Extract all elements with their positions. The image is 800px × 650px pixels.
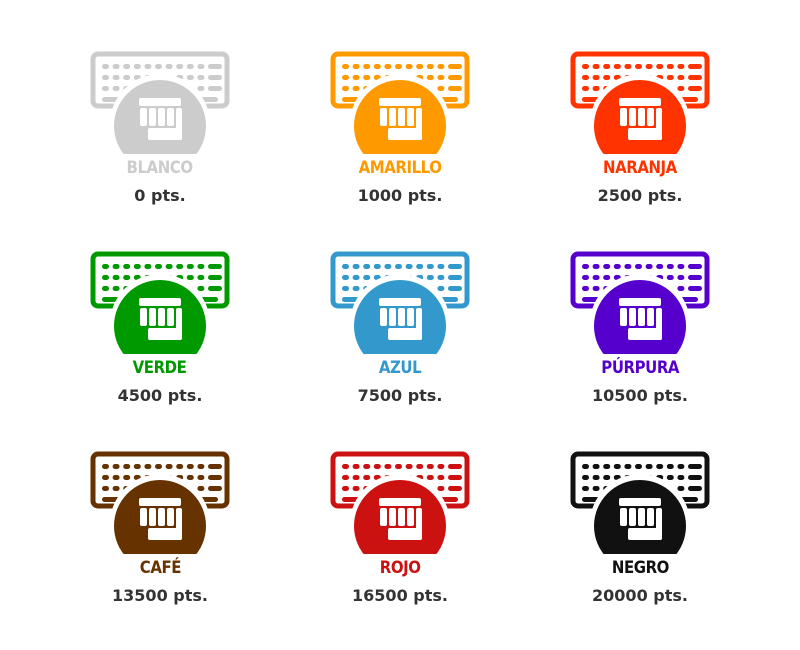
badge-rojo: ROJO 16500 pts.	[280, 450, 520, 650]
badge-azul: AZUL 7500 pts.	[280, 250, 520, 450]
badge-grid: BLANCO 0 pts. AMARILLO 1000 pts. NARANJA…	[40, 50, 760, 650]
badge-points: 7500 pts.	[357, 386, 443, 405]
badge-negro: NEGRO 20000 pts.	[520, 450, 760, 650]
badge-points: 2500 pts.	[597, 186, 683, 205]
badge-name: NARANJA	[603, 158, 677, 178]
badge-name: ROJO	[379, 558, 421, 578]
badge-points: 0 pts.	[134, 186, 186, 205]
badge-name: CAFÉ	[139, 558, 181, 578]
badge-amarillo: AMARILLO 1000 pts.	[280, 50, 520, 250]
badge-purpura: PÚRPURA 10500 pts.	[520, 250, 760, 450]
keyboard-fist-icon	[90, 451, 230, 560]
badge-naranja: NARANJA 2500 pts.	[520, 50, 760, 250]
badge-points: 4500 pts.	[117, 386, 203, 405]
keyboard-fist-icon	[90, 51, 230, 160]
keyboard-fist-icon	[90, 251, 230, 360]
badge-blanco: BLANCO 0 pts.	[40, 50, 280, 250]
keyboard-fist-icon	[330, 51, 470, 160]
badge-name: AZUL	[378, 358, 422, 378]
badge-cafe: CAFÉ 13500 pts.	[40, 450, 280, 650]
badge-verde: VERDE 4500 pts.	[40, 250, 280, 450]
keyboard-fist-icon	[330, 251, 470, 360]
keyboard-fist-icon	[570, 51, 710, 160]
keyboard-fist-icon	[570, 451, 710, 560]
badge-points: 16500 pts.	[352, 586, 448, 605]
badge-points: 20000 pts.	[592, 586, 688, 605]
badge-points: 10500 pts.	[592, 386, 688, 405]
badge-points: 13500 pts.	[112, 586, 208, 605]
badge-name: BLANCO	[126, 158, 194, 178]
badge-name: AMARILLO	[358, 158, 442, 178]
badge-name: NEGRO	[611, 558, 669, 578]
badge-points: 1000 pts.	[357, 186, 443, 205]
badge-name: VERDE	[133, 358, 187, 378]
keyboard-fist-icon	[330, 451, 470, 560]
keyboard-fist-icon	[570, 251, 710, 360]
badge-name: PÚRPURA	[601, 358, 679, 378]
